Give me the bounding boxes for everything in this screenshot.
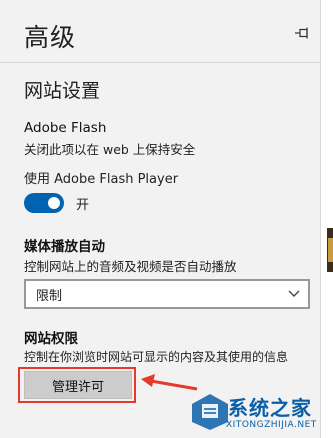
flash-toggle-label: 使用 Adobe Flash Player: [24, 172, 179, 187]
permissions-heading: 网站权限: [24, 331, 78, 347]
autoplay-select[interactable]: 限制: [24, 279, 310, 309]
manage-permissions-button[interactable]: 管理许可: [24, 371, 132, 399]
pin-icon[interactable]: [295, 27, 311, 39]
flash-heading: Adobe Flash: [24, 120, 107, 136]
page-title: 高级: [24, 23, 77, 52]
watermark-logo-icon: [192, 394, 228, 430]
header-divider: [0, 62, 320, 63]
autoplay-heading: 媒体播放自动: [24, 239, 105, 255]
flash-toggle[interactable]: [24, 193, 64, 213]
watermark-url: XITONGZHIJIA.NET: [226, 420, 317, 430]
flash-description: 关闭此项以在 web 上保持安全: [24, 142, 196, 157]
autoplay-selected-value: 限制: [36, 288, 63, 304]
autoplay-description: 控制网站上的音频及视频是否自动播放: [24, 259, 237, 274]
watermark-name: 系统之家: [228, 396, 312, 420]
window-edge: [320, 0, 333, 438]
flash-toggle-state: 开: [76, 198, 90, 213]
chevron-down-icon: [288, 288, 300, 303]
toggle-knob: [48, 197, 60, 209]
section-title: 网站设置: [24, 80, 101, 102]
background-edge-detail: [328, 238, 333, 262]
permissions-description: 控制在你浏览时网站可显示的内容及其使用的信息: [24, 350, 289, 364]
